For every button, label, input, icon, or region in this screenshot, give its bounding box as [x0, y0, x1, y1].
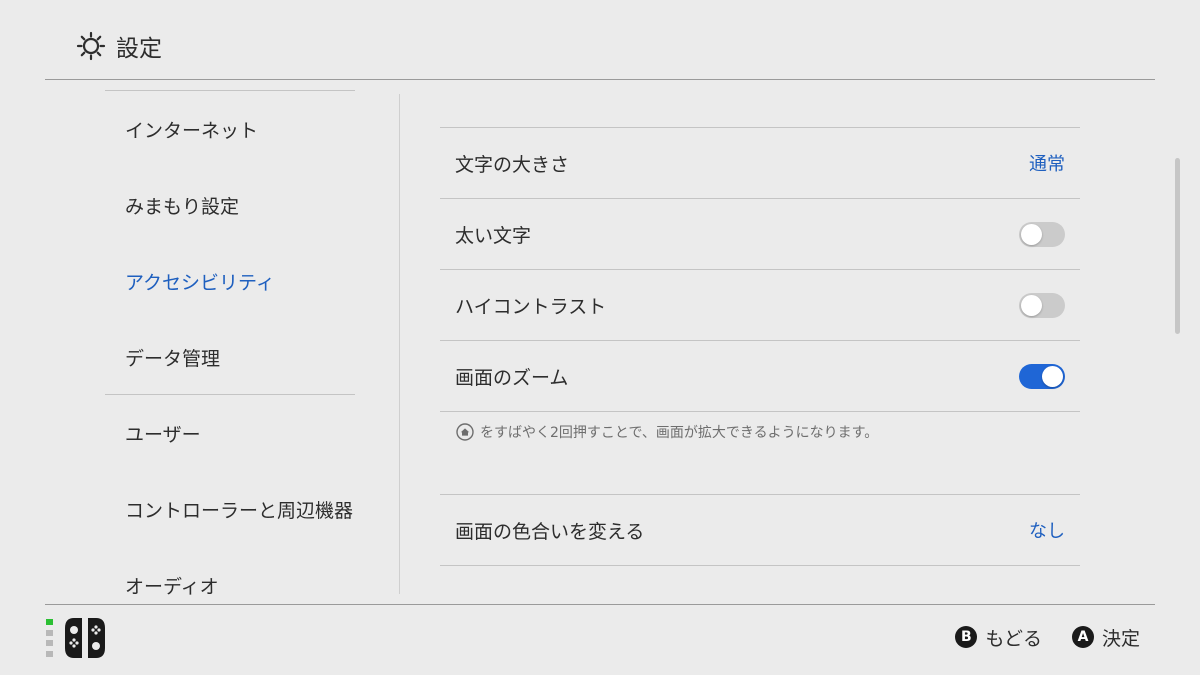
sidebar-item-internet[interactable]: インターネット: [105, 91, 355, 167]
sidebar-item-parental-controls[interactable]: みまもり設定: [105, 167, 355, 243]
confirm-button[interactable]: A 決定: [1071, 624, 1140, 651]
toggle-knob: [1021, 223, 1042, 245]
setting-label: 太い文字: [455, 224, 532, 247]
confirm-label: 決定: [1101, 627, 1140, 650]
gear-icon: [76, 31, 106, 61]
sidebar: インターネット みまもり設定 アクセシビリティ データ管理 ユーザー コントロー…: [105, 90, 355, 600]
b-button-icon: B: [955, 626, 978, 648]
sidebar-item-label: ユーザー: [125, 423, 201, 446]
sidebar-item-accessibility[interactable]: アクセシビリティ: [105, 243, 355, 319]
back-button[interactable]: B もどる: [955, 624, 1042, 651]
back-label: もどる: [985, 627, 1042, 650]
controller-status: [46, 616, 108, 660]
sidebar-item-audio[interactable]: オーディオ: [105, 547, 355, 600]
a-button-icon: A: [1071, 626, 1094, 648]
settings-panel: 文字の大きさ 通常 太い文字 ハイコントラスト 画面のズーム をすばやく2回押す…: [440, 127, 1080, 566]
setting-label: 文字の大きさ: [455, 153, 570, 176]
zoom-hint-text: をすばやく2回押すことで、画面が拡大できるようになります。: [480, 425, 879, 441]
page-title: 設定: [116, 36, 162, 62]
zoom-hint: をすばやく2回押すことで、画面が拡大できるようになります。: [440, 412, 1080, 443]
setting-value: なし: [1029, 521, 1065, 542]
setting-label: ハイコントラスト: [455, 295, 607, 318]
sidebar-item-label: オーディオ: [125, 575, 219, 598]
home-button-icon: [456, 423, 474, 441]
setting-color-change[interactable]: 画面の色合いを変える なし: [440, 495, 1080, 565]
sidebar-item-data-management[interactable]: データ管理: [105, 319, 355, 395]
setting-screen-zoom[interactable]: 画面のズーム: [440, 341, 1080, 411]
sidebar-item-users[interactable]: ユーザー: [105, 395, 355, 471]
setting-high-contrast[interactable]: ハイコントラスト: [440, 270, 1080, 340]
bold-text-toggle[interactable]: [1019, 221, 1065, 247]
setting-text-size[interactable]: 文字の大きさ 通常: [440, 128, 1080, 198]
toggle-knob: [1042, 365, 1063, 387]
scrollbar[interactable]: [1175, 158, 1180, 334]
button-hints: B もどる A 決定: [955, 621, 1140, 653]
high-contrast-toggle[interactable]: [1019, 292, 1065, 318]
pane-divider: [399, 94, 400, 594]
sidebar-item-label: みまもり設定: [125, 195, 240, 218]
sidebar-item-label: インターネット: [125, 119, 259, 142]
sidebar-item-controllers[interactable]: コントローラーと周辺機器: [105, 471, 355, 547]
battery-bar: [46, 650, 53, 657]
setting-label: 画面の色合いを変える: [455, 520, 645, 543]
screen-zoom-toggle[interactable]: [1019, 363, 1065, 389]
joycon-controller-icon: [65, 618, 105, 658]
battery-bar: [46, 629, 53, 636]
page-header: 設定: [76, 26, 162, 66]
header-divider: [45, 79, 1155, 80]
setting-value: 通常: [1029, 154, 1065, 175]
sidebar-item-label: データ管理: [125, 347, 221, 370]
setting-label: 画面のズーム: [455, 366, 569, 389]
sidebar-item-label: アクセシビリティ: [125, 271, 275, 294]
battery-level-indicator: [46, 619, 53, 657]
sidebar-item-label: コントローラーと周辺機器: [125, 499, 354, 522]
row-divider: [440, 565, 1080, 566]
setting-bold-text[interactable]: 太い文字: [440, 199, 1080, 269]
toggle-knob: [1021, 294, 1042, 316]
battery-bar: [46, 640, 53, 647]
battery-bar: [46, 619, 53, 625]
footer-divider: [45, 604, 1155, 605]
